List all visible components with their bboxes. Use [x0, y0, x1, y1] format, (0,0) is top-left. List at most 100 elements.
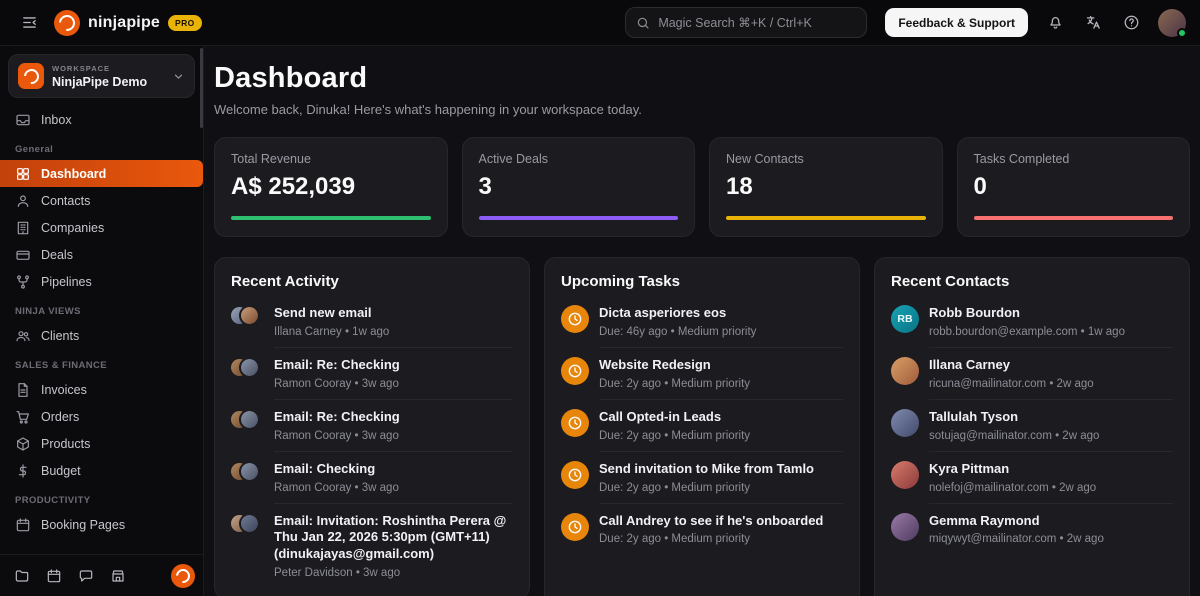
activity-item[interactable]: Send new email Illana Carney • 1w ago	[231, 296, 513, 348]
stat-card-active-deals: Active Deals 3	[462, 137, 696, 237]
activity-item-body: Email: Checking Ramon Cooray • 3w ago	[274, 461, 513, 504]
contact-name: Kyra Pittman	[929, 461, 1173, 478]
sidebar-item-booking-pages[interactable]: Booking Pages	[0, 511, 203, 538]
activity-item-body: Send new email Illana Carney • 1w ago	[274, 305, 513, 348]
activity-meta: Illana Carney • 1w ago	[274, 326, 513, 338]
task-item[interactable]: Website Redesign Due: 2y ago • Medium pr…	[561, 348, 843, 400]
sidebar-item-label: Pipelines	[41, 275, 92, 289]
sidebar-item-dashboard[interactable]: Dashboard	[0, 160, 203, 187]
contact-avatar	[891, 513, 919, 541]
sidebar-item-contacts[interactable]: Contacts	[0, 187, 203, 214]
sidebar-section-ninja-views: NINJA VIEWS Clients	[0, 295, 203, 349]
sidebar-item-label: Orders	[41, 410, 79, 424]
activity-item[interactable]: Email: Invitation: Roshintha Perera @ Th…	[231, 504, 513, 584]
stat-accent-bar	[726, 216, 926, 220]
task-meta: Due: 2y ago • Medium priority	[599, 378, 843, 390]
task-item[interactable]: Send invitation to Mike from Tamlo Due: …	[561, 452, 843, 504]
sidebar-item-deals[interactable]: Deals	[0, 241, 203, 268]
contact-item-body: Gemma Raymond miqywyt@mailinator.com • 2…	[929, 513, 1173, 550]
user-avatar[interactable]	[1158, 9, 1186, 37]
sidebar-item-label: Budget	[41, 464, 81, 478]
contact-meta: sotujag@mailinator.com • 2w ago	[929, 430, 1173, 442]
task-item[interactable]: Dicta asperiores eos Due: 46y ago • Medi…	[561, 296, 843, 348]
clock-icon	[561, 305, 589, 333]
clock-icon	[561, 357, 589, 385]
feedback-support-button[interactable]: Feedback & Support	[885, 8, 1028, 37]
clients-icon	[15, 328, 31, 344]
card-title: Recent Activity	[231, 273, 513, 290]
notifications-button[interactable]	[1040, 8, 1070, 38]
task-meta: Due: 2y ago • Medium priority	[599, 430, 843, 442]
files-button[interactable]	[8, 562, 36, 590]
stat-label: New Contacts	[726, 152, 926, 166]
help-button[interactable]	[1116, 8, 1146, 38]
translate-icon	[1085, 14, 1102, 31]
sidebar-item-pipelines[interactable]: Pipelines	[0, 268, 203, 295]
global-search[interactable]	[625, 7, 867, 38]
sidebar-item-label: Deals	[41, 248, 73, 262]
contact-item[interactable]: Gemma Raymond miqywyt@mailinator.com • 2…	[891, 504, 1173, 550]
contact-item[interactable]: RB Robb Bourdon robb.bourdon@example.com…	[891, 296, 1173, 348]
avatar	[241, 307, 258, 324]
sidebar-item-orders[interactable]: Orders	[0, 403, 203, 430]
sidebar-item-invoices[interactable]: Invoices	[0, 376, 203, 403]
page-subtitle: Welcome back, Dinuka! Here's what's happ…	[214, 102, 1190, 117]
search-input[interactable]	[658, 16, 856, 30]
sidebar-bottom-toolbar	[0, 554, 203, 596]
task-item-body: Call Andrey to see if he's onboarded Due…	[599, 513, 843, 550]
task-meta: Due: 2y ago • Medium priority	[599, 482, 843, 494]
chat-button[interactable]	[72, 562, 100, 590]
activity-item[interactable]: Email: Checking Ramon Cooray • 3w ago	[231, 452, 513, 504]
contact-item[interactable]: Illana Carney ricuna@mailinator.com • 2w…	[891, 348, 1173, 400]
booking-icon	[15, 517, 31, 533]
sidebar-item-label: Inbox	[41, 113, 72, 127]
task-item[interactable]: Call Andrey to see if he's onboarded Due…	[561, 504, 843, 550]
activity-item[interactable]: Email: Re: Checking Ramon Cooray • 3w ag…	[231, 400, 513, 452]
contact-name: Illana Carney	[929, 357, 1173, 374]
sidebar-item-inbox[interactable]: Inbox	[0, 106, 203, 133]
sidebar-toggle-button[interactable]	[14, 8, 44, 38]
translate-button[interactable]	[1078, 8, 1108, 38]
sidebar-scrollbar-thumb[interactable]	[200, 48, 203, 128]
invoices-icon	[15, 382, 31, 398]
task-item[interactable]: Call Opted-in Leads Due: 2y ago • Medium…	[561, 400, 843, 452]
task-title: Website Redesign	[599, 357, 843, 374]
sidebar-item-products[interactable]: Products	[0, 430, 203, 457]
contact-meta: robb.bourdon@example.com • 1w ago	[929, 326, 1173, 338]
sidebar-section-sales-finance: SALES & FINANCE Invoices Orders	[0, 349, 203, 484]
sidebar-section-list: Dashboard Contacts Companies	[0, 160, 203, 295]
storefront-icon	[110, 568, 126, 584]
calendar-button[interactable]	[40, 562, 68, 590]
store-button[interactable]	[104, 562, 132, 590]
clock-icon	[561, 461, 589, 489]
stat-value: 3	[479, 173, 679, 201]
activity-item[interactable]: Email: Re: Checking Ramon Cooray • 3w ag…	[231, 348, 513, 400]
task-item-body: Call Opted-in Leads Due: 2y ago • Medium…	[599, 409, 843, 452]
contact-avatar	[891, 461, 919, 489]
section-title: NINJA VIEWS	[0, 295, 203, 322]
contact-item[interactable]: Kyra Pittman nolefoj@mailinator.com • 2w…	[891, 452, 1173, 504]
brand-name: ninjapipe	[88, 14, 160, 32]
avatar-pair	[231, 357, 264, 400]
task-meta: Due: 46y ago • Medium priority	[599, 326, 843, 338]
stat-label: Tasks Completed	[974, 152, 1174, 166]
sidebar-item-budget[interactable]: Budget	[0, 457, 203, 484]
sidebar-item-companies[interactable]: Companies	[0, 214, 203, 241]
app-shell: WORKSPACE NinjaPipe Demo Inbox General	[0, 46, 1200, 596]
deals-icon	[15, 247, 31, 263]
ninjapipe-logo-small[interactable]	[171, 564, 195, 588]
card-title: Recent Contacts	[891, 273, 1173, 290]
budget-icon	[15, 463, 31, 479]
stats-row: Total Revenue A$ 252,039 Active Deals 3 …	[214, 137, 1190, 237]
main-content: Dashboard Welcome back, Dinuka! Here's w…	[204, 46, 1200, 596]
topbar: ninjapipe PRO Feedback & Support	[0, 0, 1200, 46]
sidebar-item-clients[interactable]: Clients	[0, 322, 203, 349]
workspace-selector[interactable]: WORKSPACE NinjaPipe Demo	[8, 54, 195, 98]
sidebar-item-label: Dashboard	[41, 167, 106, 181]
sidebar-section-list: Invoices Orders Products	[0, 376, 203, 484]
sidebar-item-label: Booking Pages	[41, 518, 125, 532]
contact-meta: ricuna@mailinator.com • 2w ago	[929, 378, 1173, 390]
contact-meta: miqywyt@mailinator.com • 2w ago	[929, 533, 1173, 545]
section-title: PRODUCTIVITY	[0, 484, 203, 511]
contact-item[interactable]: Tallulah Tyson sotujag@mailinator.com • …	[891, 400, 1173, 452]
